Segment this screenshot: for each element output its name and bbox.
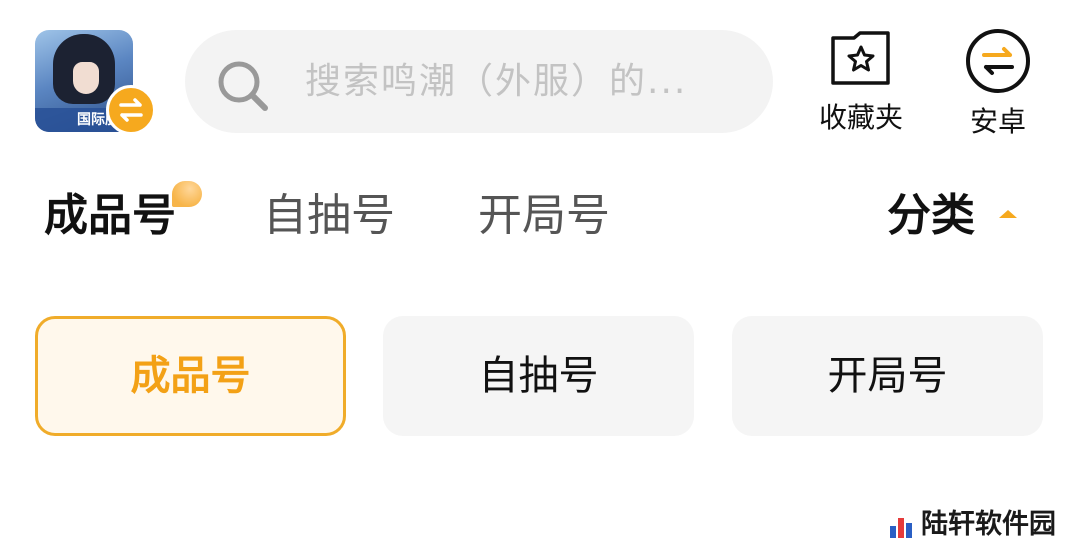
tab-self-draw-account[interactable]: 自抽号 bbox=[263, 188, 395, 244]
app-icon-character-face bbox=[73, 62, 99, 94]
caret-up-icon bbox=[999, 210, 1017, 218]
search-placeholder: 搜索鸣潮（外服）的... bbox=[305, 61, 688, 102]
watermark-text: 陆轩软件园 bbox=[921, 509, 1056, 540]
watermark-logo-icon bbox=[890, 518, 912, 538]
chip-starter-account[interactable]: 开局号 bbox=[732, 316, 1043, 436]
favorites-button[interactable]: 收藏夹 bbox=[811, 30, 911, 136]
switch-server-badge-icon[interactable] bbox=[106, 85, 156, 135]
search-icon bbox=[218, 61, 268, 111]
chip-self-draw-account[interactable]: 自抽号 bbox=[383, 316, 694, 436]
tab-finished-account[interactable]: 成品号 bbox=[44, 188, 176, 244]
category-toggle[interactable]: 分类 bbox=[887, 188, 975, 244]
search-bar[interactable]: 搜索鸣潮（外服）的... bbox=[185, 30, 773, 133]
android-label: 安卓 bbox=[969, 105, 1026, 138]
android-platform-button[interactable]: 安卓 bbox=[948, 29, 1048, 140]
swap-arrows-icon bbox=[966, 29, 1030, 93]
chip-finished-account[interactable]: 成品号 bbox=[35, 316, 346, 436]
star-folder-icon bbox=[831, 31, 890, 85]
hot-badge-icon bbox=[172, 181, 202, 207]
tab-starter-account[interactable]: 开局号 bbox=[478, 188, 610, 244]
favorites-label: 收藏夹 bbox=[818, 101, 903, 134]
